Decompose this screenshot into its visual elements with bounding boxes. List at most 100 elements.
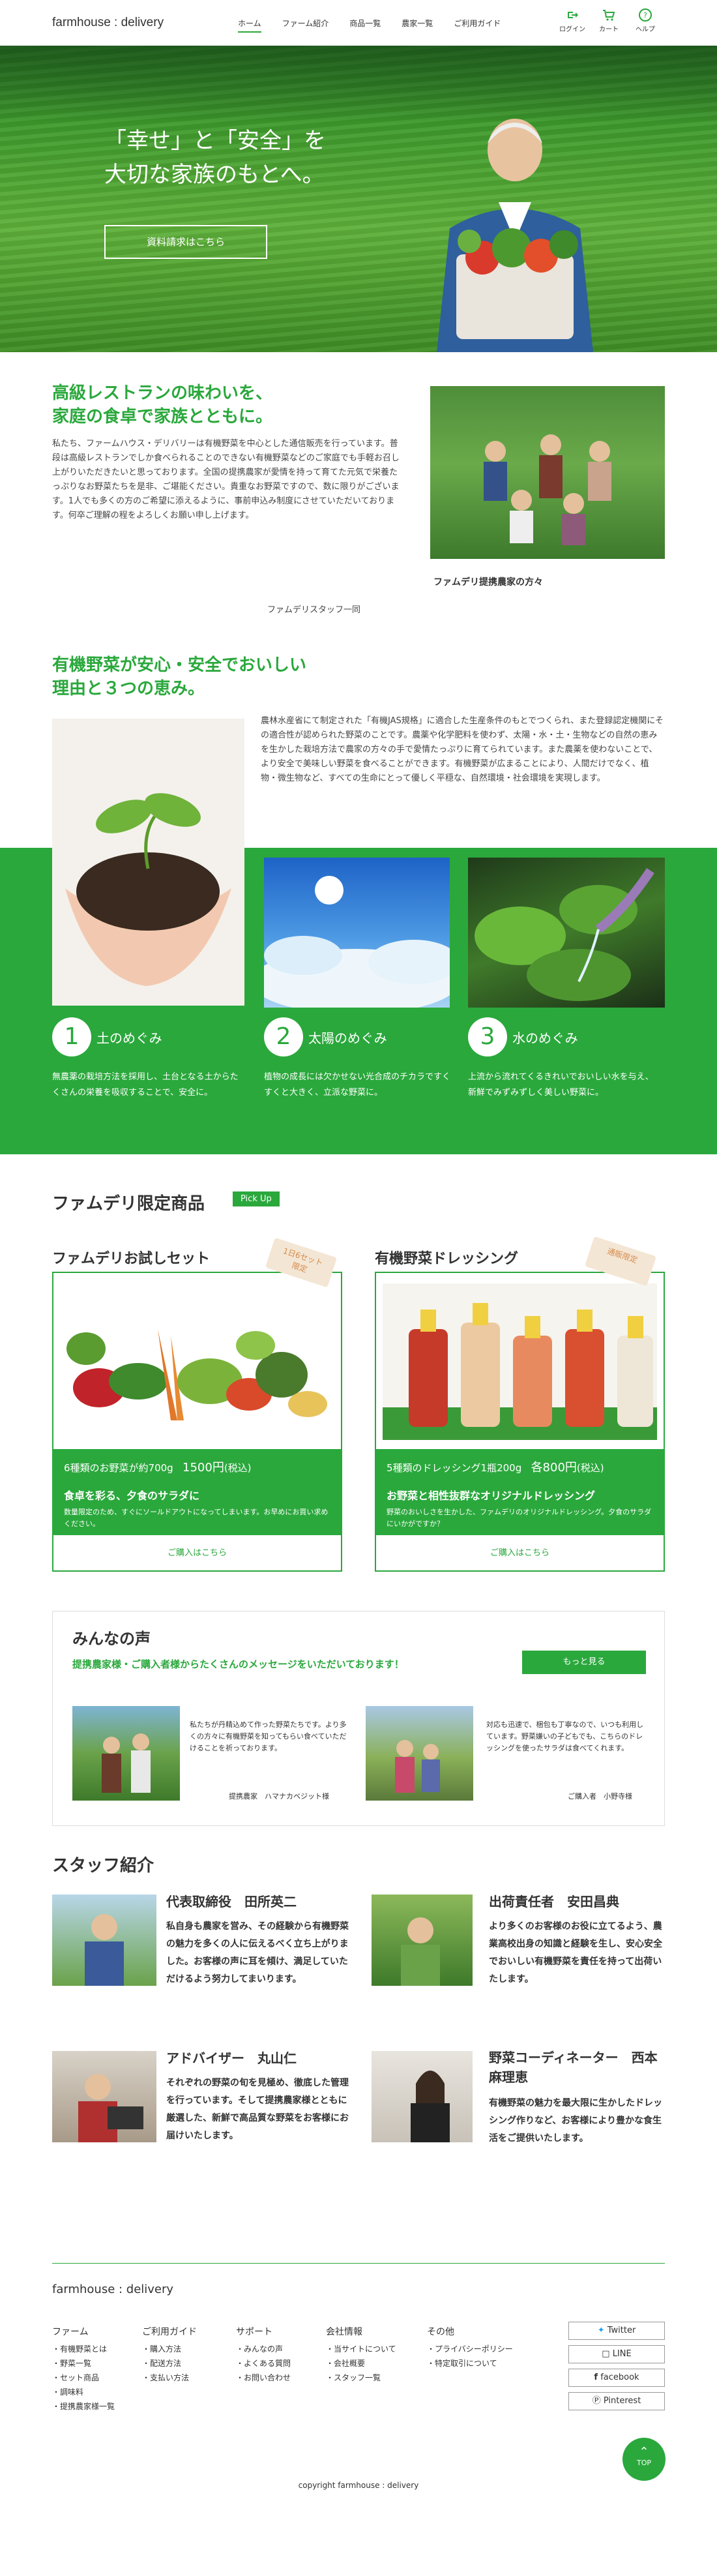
login-button[interactable]: ログイン [554, 8, 591, 33]
footer-link[interactable]: ・提携農家様一覧 [52, 2399, 115, 2414]
footer-col-title: サポート [236, 2327, 272, 2337]
product-note: 数量限定のため、すぐにソールドアウトになってしまいます。お早めにお買い求めくださ… [64, 1508, 329, 1528]
cart-label: カート [599, 26, 619, 33]
staff-card-yasuda: 出荷責任者 安田昌典 より多くのお客様のお役に立てるよう、農業高校出身の知識と経… [489, 1891, 668, 1988]
limited-tag: 1日6セット 限定 [265, 1237, 337, 1288]
products-heading: ファムデリ限定商品 [52, 1194, 205, 1214]
footer-link[interactable]: ・購入方法 [142, 2342, 197, 2356]
nav-home[interactable]: ホーム [238, 18, 261, 33]
staff-desc: 有機野菜の魅力を最大限に生かしたドレッシング作りなど、お客様により豊かな食生活を… [489, 2098, 662, 2144]
dressing-bottles-photo [383, 1283, 657, 1440]
footer-link[interactable]: ・スタッフ一覧 [326, 2371, 396, 2385]
site-header: farmhouse : delivery ホーム ファーム紹介 商品一覧 農家一… [0, 0, 717, 46]
intro-title-line1: 高級レストランの味わいを、 [52, 383, 273, 403]
nav-farmers[interactable]: 農家一覧 [402, 18, 433, 33]
price-desc: 5種類のドレッシング1瓶200g [387, 1462, 522, 1474]
feature-number: 2 [264, 1017, 303, 1056]
cart-icon [591, 8, 627, 23]
voices-lead: 提携農家様・ご購入者様からたくさんのメッセージをいただいております！ [72, 1658, 404, 1670]
footer-col-other: その他 ・プライバシーポリシー ・特定取引について [427, 2325, 513, 2371]
footer-link[interactable]: ・特定取引について [427, 2356, 513, 2371]
staff-desc: より多くのお客様のお役に立てるよう、農業高校出身の知識と経験を生し、安心安全でお… [489, 1921, 662, 1984]
price-value: 1500円 [183, 1461, 224, 1475]
intro-body: 私たち、ファームハウス・デリバリーは有機野菜を中心とした通信販売を行っています。… [52, 439, 400, 520]
footer-link[interactable]: ・プライバシーポリシー [427, 2342, 513, 2356]
footer-link[interactable]: ・配送方法 [142, 2356, 197, 2371]
pinterest-icon: Ⓟ [592, 2396, 601, 2406]
line-button[interactable]: □ LINE [568, 2345, 665, 2363]
voices-section: みんなの声 提携農家様・ご購入者様からたくさんのメッセージをいただいております！… [52, 1611, 665, 1826]
hero-title-line1: 「幸せ」と「安全」を [104, 128, 326, 154]
voice-author: 提携農家 ハマナカベジット様 [229, 1792, 329, 1801]
product-subtitle: 食卓を彩る、夕食のサラダに [64, 1490, 200, 1502]
staff-photo-nishimoto [372, 2051, 473, 2142]
nav-guide[interactable]: ご利用ガイド [454, 18, 501, 33]
footer-link[interactable]: ・有機野菜とは [52, 2342, 115, 2356]
footer-col-support: サポート ・みんなの声 ・よくある質問 ・お問い合わせ [236, 2325, 291, 2385]
staff-card-maruyama: アドバイザー 丸山仁 それぞれの野菜の旬を見極め、徹底した管理を行っています。そ… [166, 2048, 355, 2145]
price-desc: 6種類のお野菜が約700g [64, 1462, 173, 1474]
footer-logo[interactable]: farmhouse : delivery [52, 2283, 173, 2296]
price-value: 各800円 [531, 1461, 577, 1475]
pinterest-button[interactable]: Ⓟ Pinterest [568, 2392, 665, 2410]
footer-link[interactable]: ・調味料 [52, 2385, 115, 2399]
footer-link[interactable]: ・よくある質問 [236, 2356, 291, 2371]
line-icon: □ [602, 2349, 610, 2359]
site-logo[interactable]: farmhouse : delivery [52, 16, 164, 30]
staff-photo-maruyama [52, 2051, 156, 2142]
online-only-tag: 通販限定 [585, 1236, 656, 1287]
nav-products[interactable]: 商品一覧 [349, 18, 381, 33]
staff-name: 代表取締役 田所英二 [166, 1894, 297, 1910]
footer-divider [52, 2263, 665, 2264]
vegetables-photo [60, 1283, 334, 1440]
footer-link[interactable]: ・野菜一覧 [52, 2356, 115, 2371]
footer-link[interactable]: ・セット商品 [52, 2371, 115, 2385]
organic-title-line2: 理由と３つの恵み。 [52, 679, 205, 698]
more-voices-button[interactable]: もっと見る [522, 1651, 646, 1674]
staff-name: 野菜コーディネーター 西本麻理恵 [489, 2050, 658, 2085]
facebook-icon: f [594, 2373, 598, 2382]
organic-title-line1: 有機野菜が安心・安全でおいしい [52, 655, 307, 675]
hero-title: 「幸せ」と「安全」を 大切な家族のもとへ。 [104, 124, 326, 192]
cart-button[interactable]: カート [591, 8, 627, 33]
staff-heading: スタッフ紹介 [52, 1856, 154, 1876]
buy-button[interactable]: ご購入はこちら [53, 1535, 341, 1572]
voice-photo-customer [366, 1706, 473, 1801]
copyright: copyright farmhouse : delivery [298, 2481, 419, 2490]
footer-col-title: ご利用ガイド [142, 2327, 197, 2337]
staff-name: アドバイザー 丸山仁 [166, 2050, 297, 2066]
footer-link[interactable]: ・支払い方法 [142, 2371, 197, 2385]
sns-label: Pinterest [603, 2396, 641, 2406]
farmers-photo-caption: ファムデリ提携農家の方々 [433, 577, 543, 588]
product-info-band: 6種類のお野菜が約700g 1500円(税込) 食卓を彩る、夕食のサラダに 数量… [53, 1449, 341, 1535]
footer-link[interactable]: ・会社概要 [326, 2356, 396, 2371]
feature-water: 3 水のめぐみ 上流から流れてくるきれいでおいしい水を与え、新鮮でみずみずしく美し… [468, 1017, 657, 1101]
buy-button[interactable]: ご購入はこちら [376, 1535, 664, 1572]
voice-author: ご購入者 小野寺様 [568, 1792, 632, 1801]
login-label: ログイン [559, 26, 585, 33]
feature-text: 上流から流れてくるきれいでおいしい水を与え、新鮮でみずみずしく美しい野菜に。 [468, 1072, 654, 1098]
product-note: 野菜のおいしさを生かした、ファムデリのオリジナルドレッシング。夕食のサラダにいか… [387, 1508, 652, 1528]
arrow-up-icon: ⌃ [639, 2445, 649, 2459]
request-docs-button[interactable]: 資料請求はこちら [104, 225, 267, 259]
organic-body: 農林水産省にて制定された「有機JAS規格」に適合した生産条件のもとでつくられ、ま… [261, 716, 664, 783]
footer-link[interactable]: ・みんなの声 [236, 2342, 291, 2356]
feature-title: 水のめぐみ [512, 1030, 578, 1046]
footer-col-title: 会社情報 [326, 2327, 362, 2337]
back-to-top-button[interactable]: ⌃ TOP [622, 2438, 666, 2481]
footer-link[interactable]: ・当サイトについて [326, 2342, 396, 2356]
help-button[interactable]: ? ヘルプ [627, 8, 664, 33]
facebook-button[interactable]: f facebook [568, 2369, 665, 2387]
global-nav: ホーム ファーム紹介 商品一覧 農家一覧 ご利用ガイド [238, 18, 521, 33]
sns-label: Twitter [607, 2326, 636, 2335]
footer-col-farm: ファーム ・有機野菜とは ・野菜一覧 ・セット商品 ・調味料 ・提携農家様一覧 [52, 2325, 115, 2414]
sns-label: facebook [600, 2373, 639, 2382]
twitter-button[interactable]: ✦ Twitter [568, 2322, 665, 2340]
twitter-icon: ✦ [597, 2326, 605, 2335]
nav-farm[interactable]: ファーム紹介 [282, 18, 329, 33]
staff-photo-yasuda [372, 1895, 473, 1986]
farmer-image [437, 119, 593, 352]
footer-link[interactable]: ・お問い合わせ [236, 2371, 291, 2385]
feature-title: 土のめぐみ [96, 1030, 162, 1046]
footer-col-title: ファーム [52, 2327, 89, 2337]
